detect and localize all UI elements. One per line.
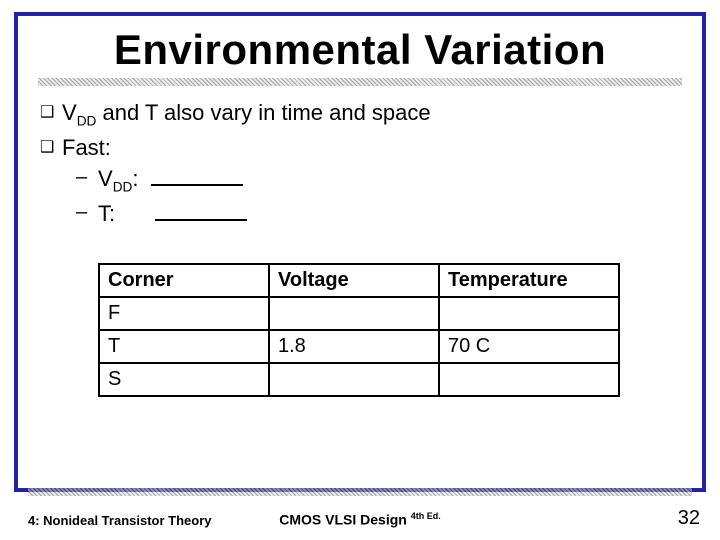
bullet-2: ❑ Fast: — [44, 133, 684, 163]
sub-bullet-1-post: : — [132, 166, 138, 191]
slide: Environmental Variation ❑ VDD and T also… — [0, 0, 720, 540]
cell-temperature — [439, 297, 619, 330]
table-header-row: Corner Voltage Temperature — [99, 264, 619, 297]
bullet-1-post: and T also vary in time and space — [96, 100, 430, 125]
table-row: F — [99, 297, 619, 330]
bullet-2-text: Fast: — [62, 135, 111, 160]
footer-center-main: CMOS VLSI Design — [279, 512, 410, 528]
footer-separator — [28, 488, 692, 496]
bullet-1-sub: DD — [77, 113, 97, 128]
cell-corner: S — [99, 363, 269, 396]
sub-bullet-2-text: T: — [98, 201, 115, 226]
table-wrapper: Corner Voltage Temperature F T 1.8 70 C … — [98, 263, 684, 397]
sub-bullet-1-pre: V — [98, 166, 113, 191]
cell-voltage — [269, 363, 439, 396]
blank-line — [155, 201, 247, 221]
col-corner: Corner — [99, 264, 269, 297]
col-voltage: Voltage — [269, 264, 439, 297]
dash-icon: – — [76, 164, 87, 191]
title-separator — [38, 78, 682, 86]
footer-edition: 4th Ed. — [411, 511, 441, 521]
sub-bullet-2: – T: — [44, 199, 684, 229]
table-row: S — [99, 363, 619, 396]
cell-voltage: 1.8 — [269, 330, 439, 363]
bullet-1: ❑ VDD and T also vary in time and space — [44, 98, 684, 131]
cell-voltage — [269, 297, 439, 330]
page-number: 32 — [678, 507, 700, 530]
blank-line — [151, 167, 243, 187]
bullet-1-pre: V — [62, 100, 77, 125]
sub-bullet-1: – VDD: — [44, 164, 684, 197]
cell-corner: F — [99, 297, 269, 330]
footer: 4: Nonideal Transistor Theory CMOS VLSI … — [0, 498, 720, 530]
slide-frame: Environmental Variation ❑ VDD and T also… — [14, 12, 706, 492]
cell-temperature: 70 C — [439, 330, 619, 363]
bullet-box-icon: ❑ — [40, 137, 54, 159]
cell-corner: T — [99, 330, 269, 363]
footer-center: CMOS VLSI Design 4th Ed. — [0, 511, 720, 528]
cell-temperature — [439, 363, 619, 396]
col-temperature: Temperature — [439, 264, 619, 297]
table-row: T 1.8 70 C — [99, 330, 619, 363]
bullet-box-icon: ❑ — [40, 102, 54, 124]
bullet-list: ❑ VDD and T also vary in time and space … — [36, 98, 684, 229]
sub-bullet-1-sub: DD — [113, 180, 133, 195]
corner-table: Corner Voltage Temperature F T 1.8 70 C … — [98, 263, 620, 397]
slide-title: Environmental Variation — [36, 24, 684, 74]
dash-icon: – — [76, 199, 87, 226]
